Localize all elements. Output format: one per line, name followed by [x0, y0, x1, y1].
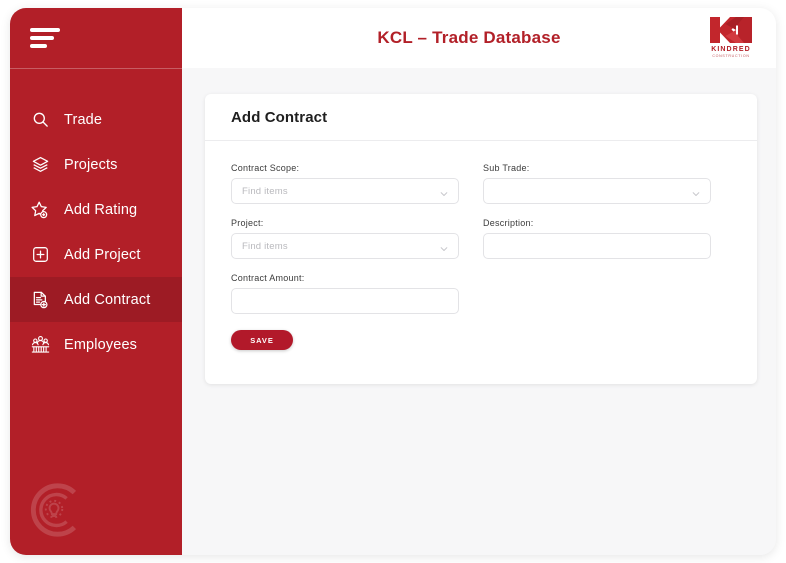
description-label: Description:	[483, 218, 534, 228]
kindred-kc-logo: KINDRED CONSTRUCTION	[700, 14, 762, 62]
hamburger-line-3	[30, 44, 47, 48]
sidebar-item-add-rating[interactable]: Add Rating	[10, 187, 182, 232]
sidebar-item-label: Add Rating	[64, 201, 138, 218]
field-contract-scope: Contract Scope: Find items	[231, 163, 459, 204]
field-contract-amount: Contract Amount:	[231, 273, 459, 314]
document-plus-icon	[28, 288, 52, 312]
chevron-down-icon	[439, 186, 449, 196]
logo-brand-name: KINDRED	[711, 46, 751, 53]
add-contract-card: Add Contract Contract Scope: Find items	[205, 94, 757, 384]
add-contract-form: Contract Scope: Find items Sub Trade: Pr…	[231, 163, 731, 350]
star-plus-icon	[28, 198, 52, 222]
sidebar-nav: Trade Projects Add Rating Add Project Ad…	[10, 97, 182, 367]
layers-icon	[28, 153, 52, 177]
sidebar-header	[10, 8, 182, 69]
sidebar-item-label: Add Contract	[64, 291, 151, 308]
contract-scope-placeholder: Find items	[242, 185, 288, 197]
sidebar: Trade Projects Add Rating Add Project Ad…	[10, 8, 182, 555]
sidebar-item-label: Projects	[64, 156, 118, 173]
search-icon	[28, 108, 52, 132]
sidebar-item-label: Employees	[64, 336, 138, 353]
field-sub-trade: Sub Trade:	[483, 163, 711, 204]
contract-scope-label: Contract Scope:	[231, 163, 300, 173]
card-header: Add Contract	[205, 94, 757, 141]
contract-amount-input[interactable]	[231, 288, 459, 314]
sidebar-item-employees[interactable]: Employees	[10, 322, 182, 367]
project-select[interactable]: Find items	[231, 233, 459, 259]
c-lightbulb-watermark-icon	[24, 479, 86, 541]
kc-logo-mark	[710, 17, 752, 43]
sidebar-item-label: Trade	[64, 111, 103, 128]
card-body: Contract Scope: Find items Sub Trade: Pr…	[205, 141, 757, 350]
sidebar-item-add-contract[interactable]: Add Contract	[10, 277, 182, 322]
sub-trade-label: Sub Trade:	[483, 163, 530, 173]
field-project: Project: Find items	[231, 218, 459, 259]
hamburger-line-2	[30, 36, 54, 40]
people-group-icon	[28, 333, 52, 357]
save-button-wrapper: SAVE	[231, 328, 459, 350]
sidebar-item-trade[interactable]: Trade	[10, 97, 182, 142]
hamburger-line-1	[30, 28, 60, 32]
app-header: KCL – Trade Database KINDRED CONSTRUCTIO…	[182, 8, 776, 68]
contract-scope-select[interactable]: Find items	[231, 178, 459, 204]
field-description: Description:	[483, 218, 711, 259]
app-window: Trade Projects Add Rating Add Project Ad…	[10, 8, 776, 555]
hamburger-menu-icon[interactable]	[30, 28, 64, 50]
logo-brand-subtitle: CONSTRUCTION	[712, 54, 750, 58]
description-input[interactable]	[483, 233, 711, 259]
project-placeholder: Find items	[242, 240, 288, 252]
sidebar-item-projects[interactable]: Projects	[10, 142, 182, 187]
chevron-down-icon	[439, 241, 449, 251]
card-title: Add Contract	[231, 108, 328, 126]
page-title: KCL – Trade Database	[377, 28, 561, 47]
sidebar-item-add-project[interactable]: Add Project	[10, 232, 182, 277]
main-content: Add Contract Contract Scope: Find items	[182, 68, 776, 555]
plus-square-icon	[28, 243, 52, 267]
chevron-down-icon	[691, 186, 701, 196]
sidebar-item-label: Add Project	[64, 246, 141, 263]
project-label: Project:	[231, 218, 264, 228]
sub-trade-select[interactable]	[483, 178, 711, 204]
contract-amount-label: Contract Amount:	[231, 273, 305, 283]
save-button[interactable]: SAVE	[231, 330, 293, 350]
